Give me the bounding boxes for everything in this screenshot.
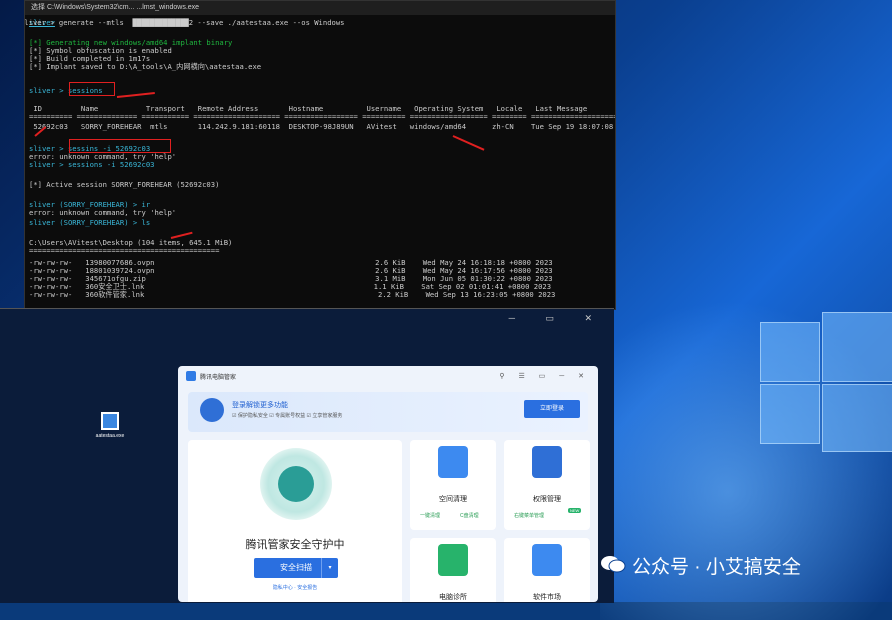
tile-permission-management[interactable]: 权限管理 右键菜单管理 NEW: [504, 440, 590, 530]
terminal-line: 52692c03 SORRY_FOREHEAR mtls 114.242.9.1…: [33, 122, 614, 131]
shield-logo-icon: [186, 371, 196, 381]
report-links[interactable]: 隐私中心 · 安全报告: [188, 584, 402, 591]
annotation-box: [69, 82, 115, 96]
pc-manager-window[interactable]: 腾讯电脑管家 ⚲ ☰ ▭ ─ ✕ 登录解锁更多功能 ☑ 保护隐私安全 ☑ 专属账…: [178, 366, 598, 602]
terminal-line: sliver (SORRY_FOREHEAR) > ls: [29, 218, 151, 227]
one-click-clean-link[interactable]: 一键清理: [420, 512, 440, 519]
scan-button-label: 安全扫描: [280, 563, 312, 572]
tile-title: 权限管理: [533, 496, 561, 503]
terminal-line: [*] Implant saved to D:\A_tools\A_内网横向\a…: [29, 62, 262, 71]
clinic-monitor-icon: [438, 544, 468, 576]
window-controls[interactable]: ─ ▭ ✕: [509, 313, 606, 324]
tile-software-market[interactable]: 软件市场: [504, 538, 590, 602]
permission-shield-icon: [532, 446, 562, 478]
terminal-window[interactable]: 选择 C:\Windows\System32\cm... ...lmst_win…: [24, 0, 616, 310]
protection-status: 腾讯管家安全守护中: [245, 539, 345, 551]
new-badge: NEW: [568, 508, 582, 513]
tile-pc-clinic[interactable]: 电脑诊所: [410, 538, 496, 602]
security-scan-button[interactable]: 安全扫描 ▾: [254, 558, 338, 578]
terminal-line: -rw-rw-rw- 360软件管家.lnk 2.2 KiB Wed Sep 1…: [29, 290, 556, 299]
protection-panel: 腾讯管家安全守护中 安全扫描 ▾ 隐私中心 · 安全报告: [188, 440, 402, 602]
tile-title: 电脑诊所: [439, 594, 467, 601]
desktop-file-icon[interactable]: aatestaa.exe: [92, 412, 128, 439]
wechat-icon: [601, 556, 626, 573]
tile-title: 空间清理: [439, 496, 467, 503]
terminal-line: ========== ============== =========== ==…: [29, 112, 616, 121]
terminal-line: ========================================…: [29, 246, 220, 255]
tile-title: 软件市场: [533, 594, 561, 601]
annotation-box: [69, 139, 171, 153]
terminal-title: 选择 C:\Windows\System32\cm... ...lmst_win…: [25, 1, 615, 15]
login-button[interactable]: 立即登录: [524, 400, 580, 418]
c-drive-clean-link[interactable]: C盘清理: [460, 512, 479, 519]
login-title[interactable]: 登录解锁更多功能: [232, 400, 288, 410]
terminal-line: sliver > sessions -i 52692c03: [29, 160, 155, 169]
watermark: 公众号 · 小艾搞安全: [632, 557, 801, 578]
terminal-body[interactable]: sliversliver > generate --mtls █████████…: [25, 15, 615, 309]
shield-icon: [260, 448, 332, 520]
tile-space-cleanup[interactable]: 空间清理 一键清理 C盘清理: [410, 440, 496, 530]
login-banner[interactable]: 登录解锁更多功能 ☑ 保护隐私安全 ☑ 专属账号权益 ☑ 立享管家服务 立即登录: [188, 392, 588, 432]
window-controls[interactable]: ⚲ ☰ ▭ ─ ✕: [499, 372, 590, 380]
terminal-line: sliver > generate --mtls █████████████2 …: [24, 18, 345, 27]
avatar[interactable]: [200, 398, 224, 422]
app-title: 腾讯电脑管家: [200, 374, 237, 381]
software-market-icon: [532, 544, 562, 576]
login-benefits: ☑ 保护隐私安全 ☑ 专属账号权益 ☑ 立享管家服务: [232, 413, 343, 419]
cleanup-icon: [438, 446, 468, 478]
desktop-file-label: aatestaa.exe: [95, 433, 125, 439]
context-menu-link[interactable]: 右键菜单管理: [514, 512, 544, 519]
terminal-line: error: unknown command, try 'help': [29, 208, 177, 217]
terminal-line: [*] Active session SORRY_FOREHEAR (52692…: [29, 180, 220, 189]
chevron-down-icon[interactable]: ▾: [321, 558, 338, 578]
exe-file-icon: [101, 412, 119, 430]
